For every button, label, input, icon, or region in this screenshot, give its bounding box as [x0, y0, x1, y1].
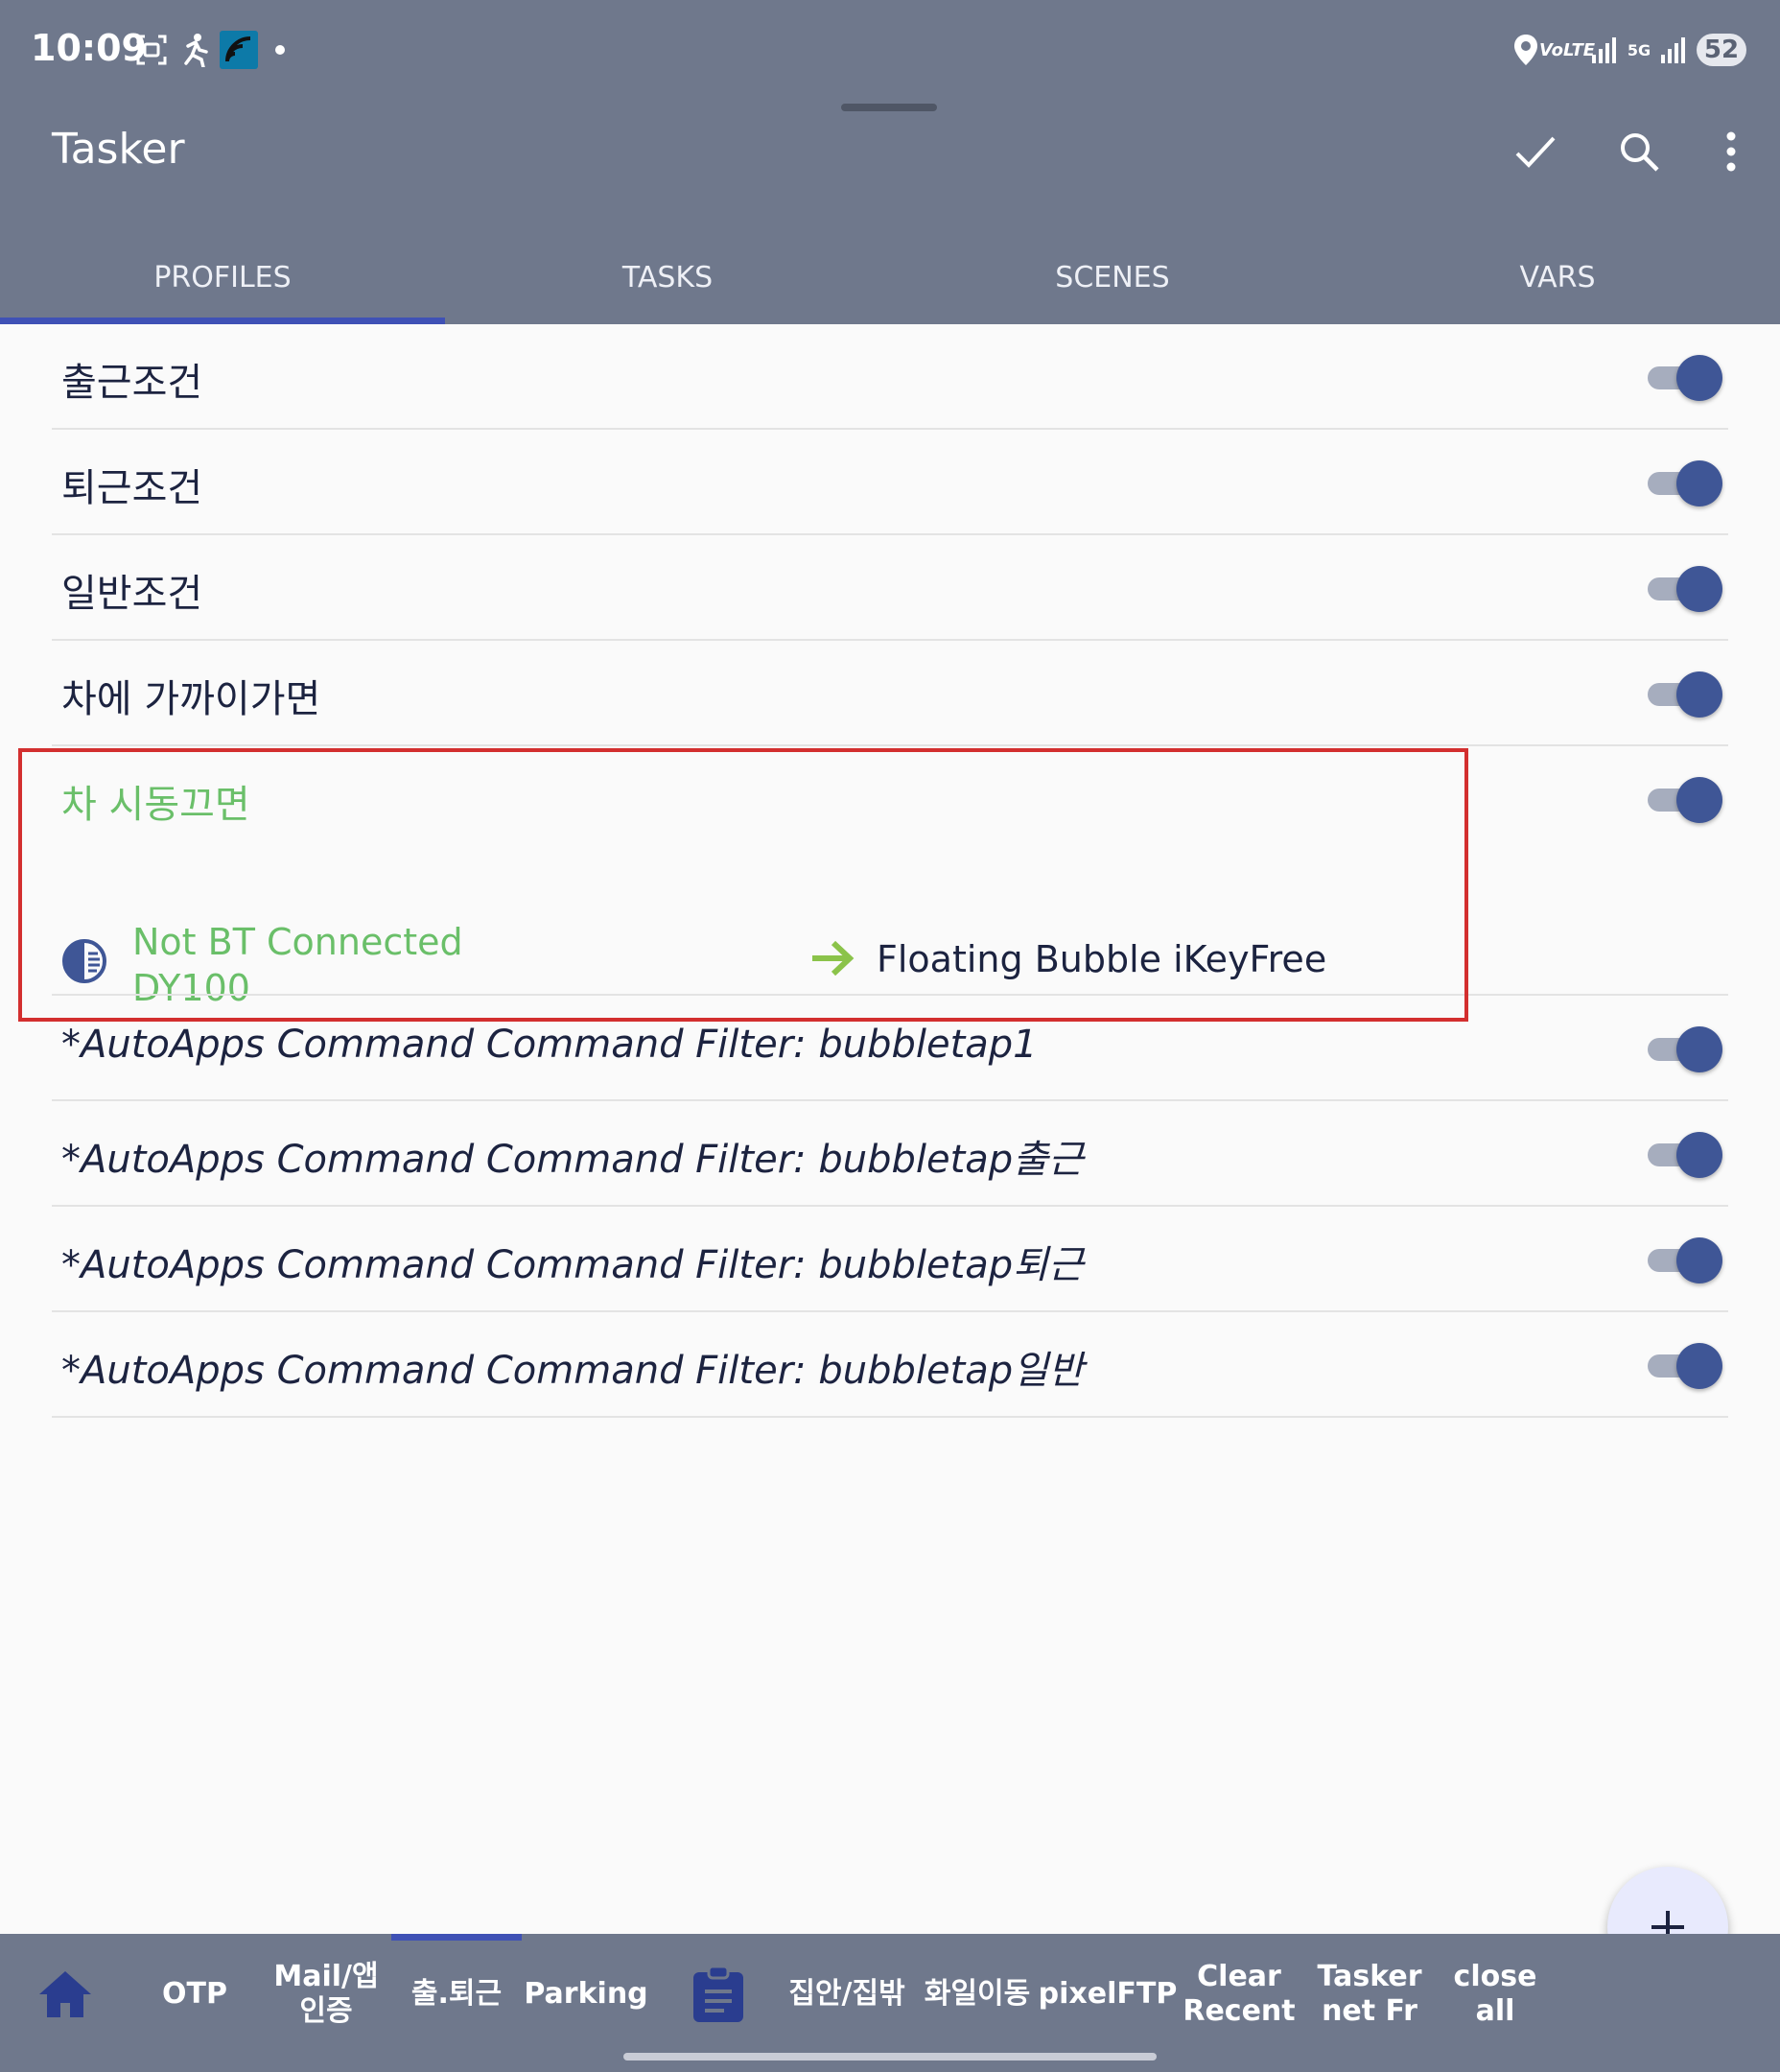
profile-row[interactable]: *AutoApps Command Command Filter: bubble… — [0, 1207, 1780, 1312]
tab-vars[interactable]: VARS — [1335, 230, 1780, 324]
context-line-1: Not BT Connected — [132, 921, 463, 963]
battery-icon: 52 — [1696, 31, 1747, 69]
shortcut-close-all[interactable]: close all — [1435, 1934, 1556, 2054]
drag-handle[interactable] — [841, 104, 937, 111]
shortcut-clear-recent[interactable]: Clear Recent — [1183, 1934, 1295, 2054]
shortcut-commute[interactable]: 출.퇴근 — [391, 1934, 522, 2054]
profile-toggle[interactable] — [1648, 1132, 1724, 1178]
profile-name: *AutoApps Command Command Filter: bubble… — [61, 1023, 1038, 1067]
app-header: 10:09 VoLTE 5G 52 Tasker PROFILES TASKS … — [0, 0, 1780, 324]
more-vert-icon[interactable] — [1698, 123, 1765, 180]
signal-5g-icon: 5G — [1627, 40, 1651, 59]
home-button[interactable] — [19, 1934, 111, 2054]
profile-name: 퇴근조건 — [61, 466, 203, 510]
profile-name: *AutoApps Command Command Filter: bubble… — [61, 1138, 1084, 1182]
profile-row[interactable]: *AutoApps Command Command Filter: bubble… — [0, 996, 1780, 1101]
profile-row[interactable]: 일반조건 — [0, 535, 1780, 641]
bluetooth-state-icon[interactable] — [61, 938, 107, 984]
profile-row-expanded[interactable]: 차 시동끄면 Not BT Connected DY100 Floating B… — [0, 746, 1780, 1009]
home-icon — [39, 1970, 91, 2017]
shortcut-pixelftp[interactable]: pixelFTP — [1039, 1934, 1178, 2054]
check-icon[interactable] — [1502, 123, 1569, 180]
profile-row[interactable]: 퇴근조건 — [0, 430, 1780, 535]
tab-tasks[interactable]: TASKS — [445, 230, 890, 324]
divider — [52, 1416, 1728, 1418]
profile-toggle[interactable] — [1648, 566, 1724, 612]
profile-toggle[interactable] — [1648, 1026, 1724, 1072]
search-icon[interactable] — [1605, 123, 1673, 180]
profile-row[interactable]: 차에 가까이가면 — [0, 641, 1780, 746]
navigation-handle[interactable] — [623, 2053, 1157, 2060]
location-icon — [1511, 31, 1540, 69]
profile-name: 차에 가까이가면 — [61, 677, 321, 721]
battery-level: 52 — [1697, 34, 1746, 66]
status-time: 10:09 — [31, 27, 147, 69]
profile-toggle[interactable] — [1648, 1237, 1724, 1283]
shortcut-file-move[interactable]: 화일이동 — [917, 1934, 1038, 2054]
tab-bar: PROFILES TASKS SCENES VARS — [0, 230, 1780, 324]
profile-name: 일반조건 — [61, 572, 203, 616]
wifi-app-icon — [219, 31, 259, 69]
arrow-right-icon — [810, 938, 855, 978]
bottom-shortcut-bar: OTP Mail/앱 인증 출.퇴근 Parking 집안/집밖 화일이동 pi… — [0, 1934, 1780, 2072]
volte-label: VoLTE — [1538, 39, 1596, 60]
profile-row[interactable]: *AutoApps Command Command Filter: bubble… — [0, 1101, 1780, 1207]
app-title: Tasker — [52, 125, 185, 174]
dot-icon — [272, 31, 288, 69]
profile-name: 출근조건 — [61, 361, 203, 405]
profile-list: 출근조건 퇴근조건 일반조건 차에 가까이가면 차 시동끄면 Not BT Co… — [0, 324, 1780, 1418]
screenshot-icon — [132, 31, 171, 69]
profile-toggle[interactable] — [1648, 1343, 1724, 1389]
profile-toggle[interactable] — [1648, 355, 1724, 401]
profile-toggle[interactable] — [1648, 460, 1724, 506]
profile-row[interactable]: *AutoApps Command Command Filter: bubble… — [0, 1312, 1780, 1418]
shortcut-parking[interactable]: Parking — [524, 1934, 647, 2054]
signal-icon — [1590, 31, 1617, 69]
profile-name: *AutoApps Command Command Filter: bubble… — [61, 1243, 1084, 1287]
tab-profiles[interactable]: PROFILES — [0, 230, 445, 324]
signal-icon-2 — [1659, 31, 1686, 69]
shortcut-mail-auth[interactable]: Mail/앱 인증 — [269, 1934, 384, 2054]
tab-scenes[interactable]: SCENES — [890, 230, 1335, 324]
activity-icon — [178, 31, 211, 69]
shortcut-otp[interactable]: OTP — [144, 1934, 246, 2054]
clipboard-button[interactable] — [675, 1934, 761, 2054]
shortcut-tasker-net[interactable]: Tasker net Fr — [1314, 1934, 1425, 2054]
clipboard-icon — [693, 1965, 743, 2022]
profile-toggle[interactable] — [1648, 671, 1724, 718]
profile-name: *AutoApps Command Command Filter: bubble… — [61, 1349, 1084, 1393]
profile-row[interactable]: 출근조건 — [0, 324, 1780, 430]
shortcut-home-away[interactable]: 집안/집밖 — [785, 1934, 909, 2054]
profile-name: 차 시동끄면 — [61, 783, 250, 827]
profile-toggle[interactable] — [1648, 777, 1724, 823]
status-bar: 10:09 VoLTE 5G 52 — [0, 0, 1780, 106]
profile-task[interactable]: Floating Bubble iKeyFree — [877, 938, 1326, 980]
